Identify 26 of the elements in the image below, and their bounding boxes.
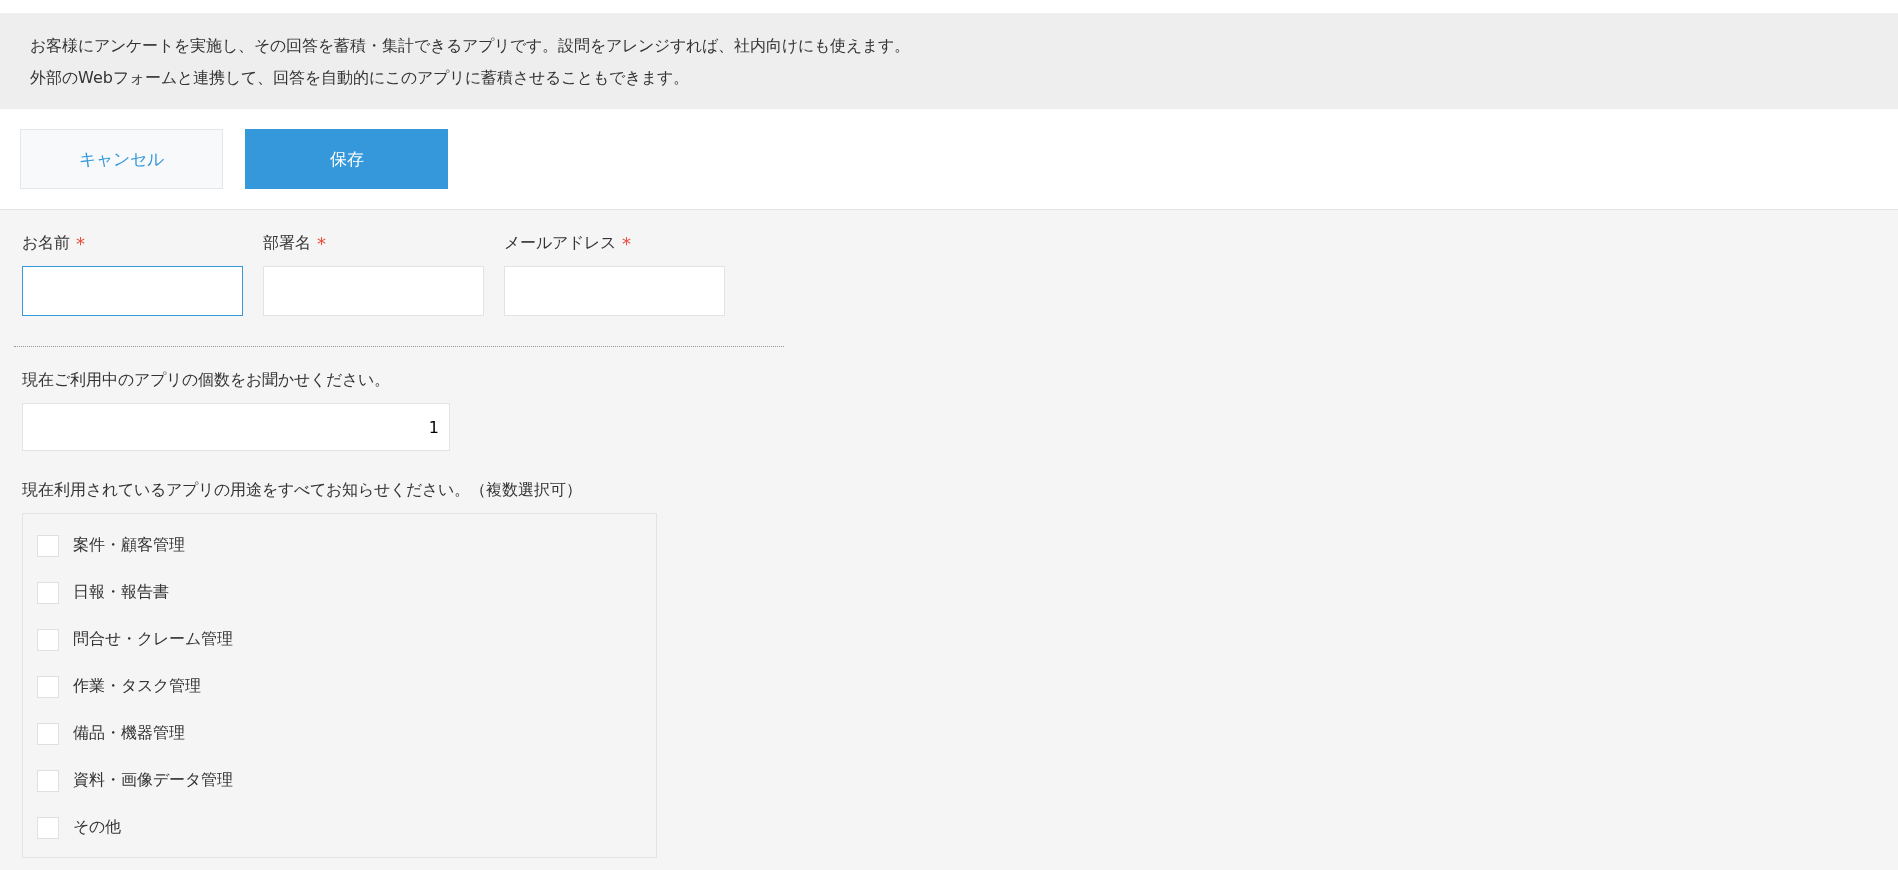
checkbox[interactable]	[37, 675, 59, 698]
checkbox[interactable]	[37, 769, 59, 792]
number-field[interactable]: 1	[22, 403, 450, 451]
field-label: メールアドレス	[504, 232, 616, 254]
checkbox[interactable]	[37, 628, 59, 651]
option-label[interactable]: 資料・画像データ管理	[73, 770, 233, 791]
question-label: 現在ご利用中のアプリの個数をお聞かせください。	[22, 370, 390, 389]
option-label[interactable]: 案件・顧客管理	[73, 535, 185, 556]
required-mark: *	[622, 232, 631, 254]
option-label[interactable]: その他	[73, 817, 121, 838]
required-mark: *	[317, 232, 326, 254]
checkbox[interactable]	[37, 534, 59, 557]
description-text: 外部のWebフォームと連携して、回答を自動的にこのアプリに蓄積させることもできます。	[30, 67, 690, 89]
checkbox[interactable]	[37, 581, 59, 604]
field-label: 部署名	[263, 232, 311, 254]
description-text: お客様にアンケートを実施し、その回答を蓄積・集計できるアプリです。設問をアレンジすれば、社内向けにも使えます。	[30, 35, 911, 57]
field-label: お名前	[22, 232, 70, 254]
checkbox[interactable]	[37, 816, 59, 839]
input-field[interactable]	[22, 266, 243, 316]
required-mark: *	[76, 232, 85, 254]
option-label[interactable]: 日報・報告書	[73, 582, 169, 603]
checkbox[interactable]	[37, 722, 59, 745]
option-label[interactable]: 備品・機器管理	[73, 723, 185, 744]
question-label: 現在利用されているアプリの用途をすべてお知らせください。（複数選択可）	[22, 480, 582, 499]
option-label[interactable]: 作業・タスク管理	[73, 676, 201, 697]
option-label[interactable]: 問合せ・クレーム管理	[73, 629, 233, 650]
